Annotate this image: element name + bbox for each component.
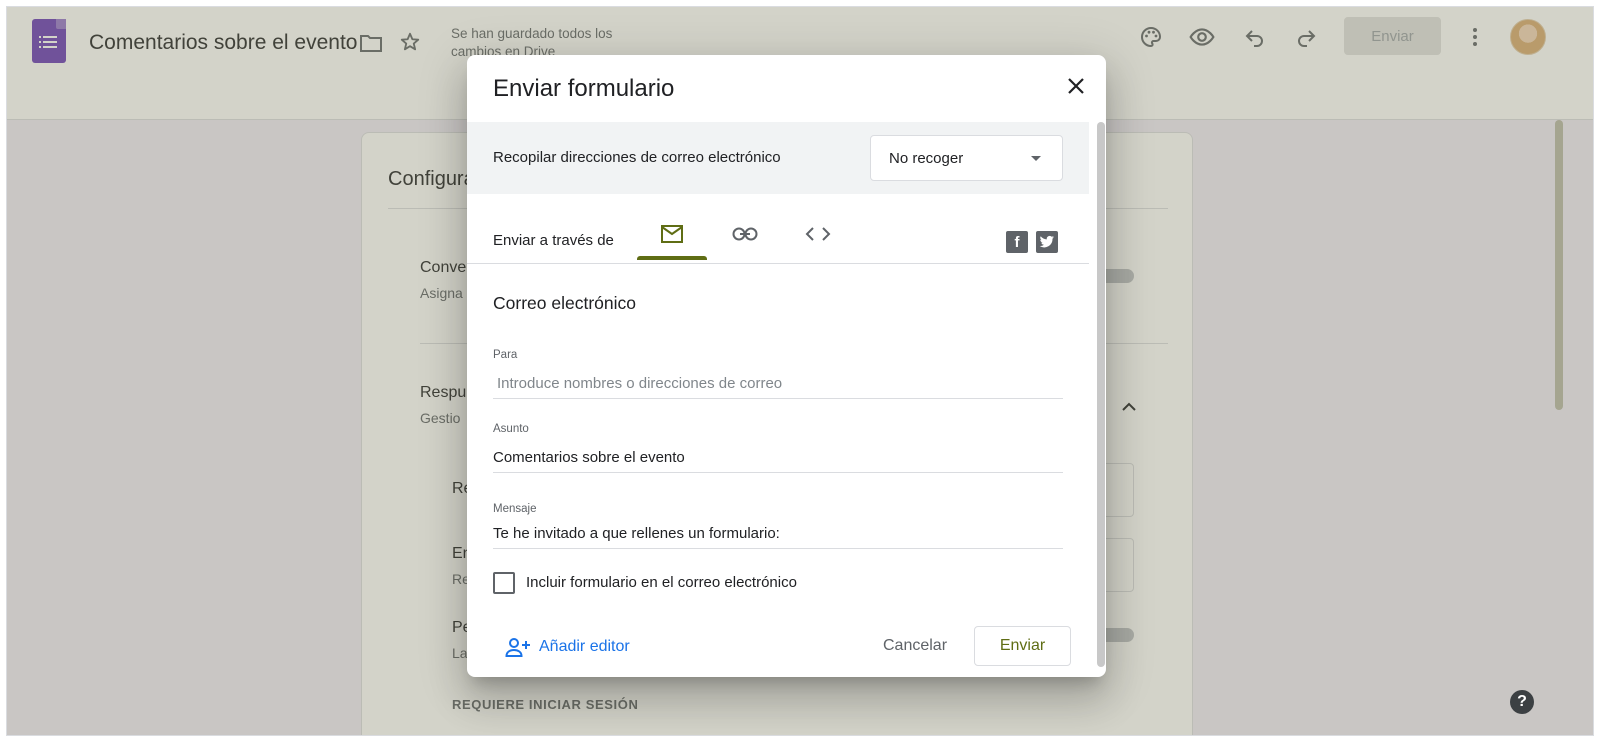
send-button[interactable]: Enviar <box>974 626 1071 666</box>
help-icon[interactable]: ? <box>1510 690 1534 714</box>
subject-input[interactable] <box>493 443 1063 473</box>
add-editor-button[interactable]: Añadir editor <box>505 637 630 657</box>
email-section-title: Correo electrónico <box>493 293 636 313</box>
tab-embed[interactable] <box>783 210 853 258</box>
to-label: Para <box>493 349 518 361</box>
code-icon <box>805 227 831 241</box>
subject-label: Asunto <box>493 423 529 435</box>
send-form-dialog: Enviar formulario Recopilar direcciones … <box>467 55 1106 677</box>
twitter-icon[interactable] <box>1036 231 1058 253</box>
collect-emails-label: Recopilar direcciones de correo electrón… <box>493 149 781 166</box>
include-form-label[interactable]: Incluir formulario en el correo electrón… <box>526 574 797 591</box>
forms-window: Comentarios sobre el evento Se han guard… <box>6 6 1594 736</box>
message-input[interactable] <box>493 519 1063 549</box>
send-via-row: Enviar a través de f <box>467 194 1089 264</box>
collect-emails-row: Recopilar direcciones de correo electrón… <box>467 122 1089 194</box>
close-icon[interactable] <box>1065 75 1089 99</box>
include-form-checkbox[interactable] <box>493 572 515 594</box>
to-input[interactable] <box>493 369 1063 399</box>
mail-icon <box>661 225 683 243</box>
message-label: Mensaje <box>493 503 537 515</box>
cancel-button[interactable]: Cancelar <box>867 627 963 665</box>
link-icon <box>732 227 758 241</box>
send-via-label: Enviar a través de <box>493 232 614 249</box>
add-editor-label: Añadir editor <box>539 638 630 655</box>
add-person-icon <box>505 638 530 657</box>
tab-email[interactable] <box>637 210 707 260</box>
collect-emails-value: No recoger <box>889 150 964 167</box>
dialog-title: Enviar formulario <box>493 75 675 102</box>
dialog-scrollbar[interactable] <box>1097 122 1105 667</box>
facebook-icon[interactable]: f <box>1006 231 1028 253</box>
tab-link[interactable] <box>710 210 780 258</box>
collect-emails-select[interactable]: No recoger <box>870 135 1063 181</box>
dropdown-caret-icon <box>1031 156 1041 161</box>
